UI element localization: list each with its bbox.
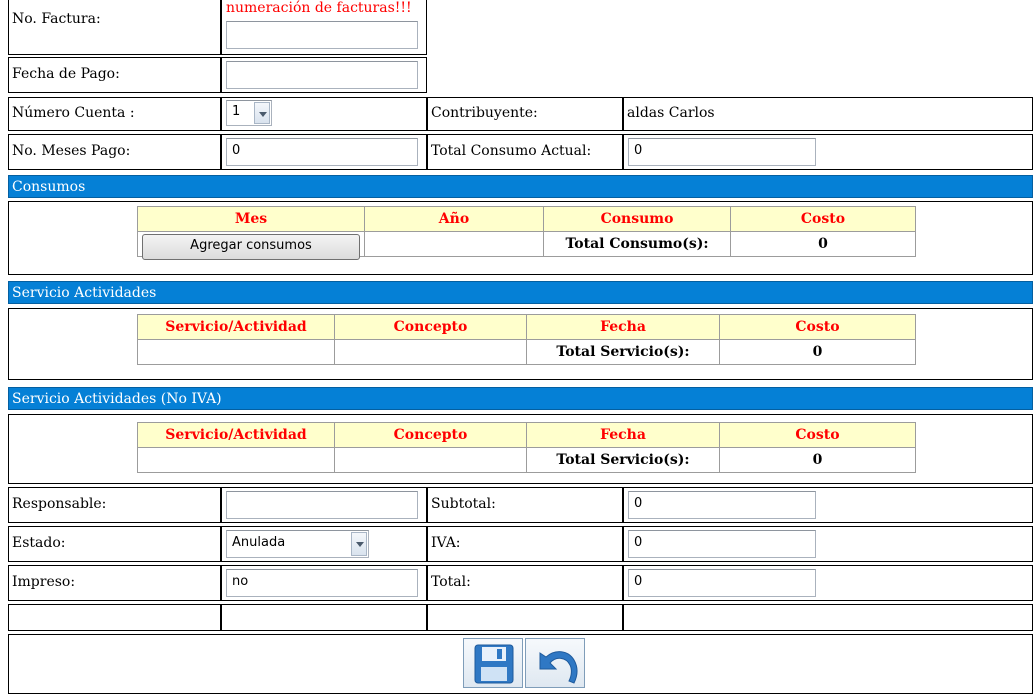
- servicios-no-iva-empty-cell: [138, 448, 334, 472]
- impreso-input-cell: no: [221, 565, 427, 601]
- col-fecha: Fecha: [527, 423, 719, 447]
- total-input-cell: 0: [623, 565, 1033, 601]
- col-anio: Año: [365, 207, 543, 231]
- factura-input-cell: numeración de facturas!!!: [221, 0, 427, 55]
- empty-cell: [221, 604, 427, 631]
- contribuyente-label-cell: Contribuyente:: [427, 97, 623, 131]
- servicios-total-label: Total Servicio(s):: [527, 340, 719, 364]
- servicios-no-iva-total-row: Total Servicio(s): 0: [138, 448, 915, 472]
- impreso-label-cell: Impreso:: [8, 565, 221, 601]
- save-button[interactable]: [463, 638, 523, 688]
- iva-input[interactable]: 0: [628, 530, 816, 558]
- numero-cuenta-label-cell: Número Cuenta :: [8, 97, 221, 131]
- estado-label: Estado:: [12, 535, 66, 551]
- servicios-no-iva-table: Servicio/Actividad Concepto Fecha Costo …: [137, 422, 916, 473]
- total-consumo-label-cell: Total Consumo Actual:: [427, 134, 623, 170]
- servicios-header-row: Servicio/Actividad Concepto Fecha Costo: [138, 315, 915, 339]
- servicios-table: Servicio/Actividad Concepto Fecha Costo …: [137, 314, 916, 365]
- consumos-total-row: Agregar consumos Total Consumo(s): 0: [138, 232, 915, 260]
- factura-warning: numeración de facturas!!!: [226, 0, 412, 16]
- numero-cuenta-select[interactable]: 1: [226, 100, 272, 126]
- col-mes: Mes: [138, 207, 364, 231]
- iva-input-cell: 0: [623, 526, 1033, 562]
- servicios-empty-cell: [138, 340, 334, 364]
- total-label: Total:: [431, 574, 471, 590]
- consumos-header-row: Mes Año Consumo Costo: [138, 207, 915, 231]
- fecha-pago-input-cell: [221, 57, 427, 93]
- impreso-label: Impreso:: [12, 574, 76, 590]
- meses-pago-input-cell: 0: [221, 134, 427, 170]
- contribuyente-value-cell: aldas Carlos: [623, 97, 1033, 131]
- factura-label: No. Factura:: [12, 11, 101, 27]
- col-concepto: Concepto: [335, 423, 526, 447]
- subtotal-label-cell: Subtotal:: [427, 487, 623, 523]
- undo-button[interactable]: [525, 638, 585, 688]
- col-servicio: Servicio/Actividad: [138, 315, 334, 339]
- add-consumos-cell: Agregar consumos: [138, 232, 364, 260]
- empty-cell: [8, 604, 221, 631]
- numero-cuenta-value: 1: [232, 104, 241, 119]
- iva-label: IVA:: [431, 535, 461, 551]
- col-costo: Costo: [720, 423, 915, 447]
- responsable-input[interactable]: [226, 491, 418, 519]
- consumos-section-header: Consumos: [8, 175, 1033, 198]
- total-input[interactable]: 0: [628, 569, 816, 597]
- add-consumos-button[interactable]: Agregar consumos: [142, 234, 360, 260]
- servicios-total-value: 0: [720, 340, 915, 364]
- servicios-empty-cell: [335, 340, 526, 364]
- servicios-no-iva-header-row: Servicio/Actividad Concepto Fecha Costo: [138, 423, 915, 447]
- meses-pago-label: No. Meses Pago:: [12, 143, 131, 159]
- consumos-total-value: 0: [731, 232, 915, 256]
- servicios-total-row: Total Servicio(s): 0: [138, 340, 915, 364]
- meses-pago-label-cell: No. Meses Pago:: [8, 134, 221, 170]
- subtotal-input-cell: 0: [623, 487, 1033, 523]
- responsable-input-cell: [221, 487, 427, 523]
- empty-cell: [427, 604, 623, 631]
- factura-input[interactable]: [226, 21, 418, 49]
- estado-select[interactable]: Anulada: [226, 530, 369, 558]
- undo-icon: [539, 651, 578, 684]
- contribuyente-value: aldas Carlos: [627, 105, 715, 121]
- fecha-pago-label-cell: Fecha de Pago:: [8, 57, 221, 93]
- estado-select-cell: Anulada: [221, 526, 427, 562]
- estado-value: Anulada: [232, 535, 286, 550]
- total-consumo-input-cell: 0: [623, 134, 1033, 170]
- subtotal-input[interactable]: 0: [628, 491, 816, 519]
- col-servicio: Servicio/Actividad: [138, 423, 334, 447]
- consumos-table: Mes Año Consumo Costo Agregar consumos T…: [137, 206, 916, 260]
- meses-pago-input[interactable]: 0: [226, 138, 418, 166]
- servicios-no-iva-total-label: Total Servicio(s):: [527, 448, 719, 472]
- responsable-label-cell: Responsable:: [8, 487, 221, 523]
- consumos-empty-cell: [365, 232, 543, 256]
- col-costo: Costo: [731, 207, 915, 231]
- numero-cuenta-label: Número Cuenta :: [12, 105, 135, 121]
- col-fecha: Fecha: [527, 315, 719, 339]
- subtotal-label: Subtotal:: [431, 496, 496, 512]
- responsable-label: Responsable:: [12, 496, 107, 512]
- contribuyente-label: Contribuyente:: [431, 105, 538, 121]
- empty-cell: [623, 604, 1033, 631]
- estado-label-cell: Estado:: [8, 526, 221, 562]
- servicios-section-header: Servicio Actividades: [8, 281, 1033, 304]
- factura-label-cell: No. Factura:: [8, 0, 221, 55]
- chevron-down-icon[interactable]: [351, 532, 367, 556]
- total-consumo-label: Total Consumo Actual:: [431, 143, 592, 159]
- impreso-input[interactable]: no: [226, 569, 418, 597]
- servicios-no-iva-total-value: 0: [720, 448, 915, 472]
- numero-cuenta-select-cell: 1: [221, 97, 427, 131]
- fecha-pago-label: Fecha de Pago:: [12, 66, 120, 82]
- servicios-no-iva-section-header: Servicio Actividades (No IVA): [8, 387, 1033, 410]
- total-consumo-input[interactable]: 0: [628, 138, 816, 166]
- total-label-cell: Total:: [427, 565, 623, 601]
- fecha-pago-input[interactable]: [226, 61, 418, 89]
- save-icon: [474, 644, 514, 684]
- col-concepto: Concepto: [335, 315, 526, 339]
- col-costo: Costo: [720, 315, 915, 339]
- servicios-no-iva-empty-cell: [335, 448, 526, 472]
- consumos-total-label: Total Consumo(s):: [544, 232, 730, 256]
- col-consumo: Consumo: [544, 207, 730, 231]
- iva-label-cell: IVA:: [427, 526, 623, 562]
- chevron-down-icon[interactable]: [254, 102, 270, 124]
